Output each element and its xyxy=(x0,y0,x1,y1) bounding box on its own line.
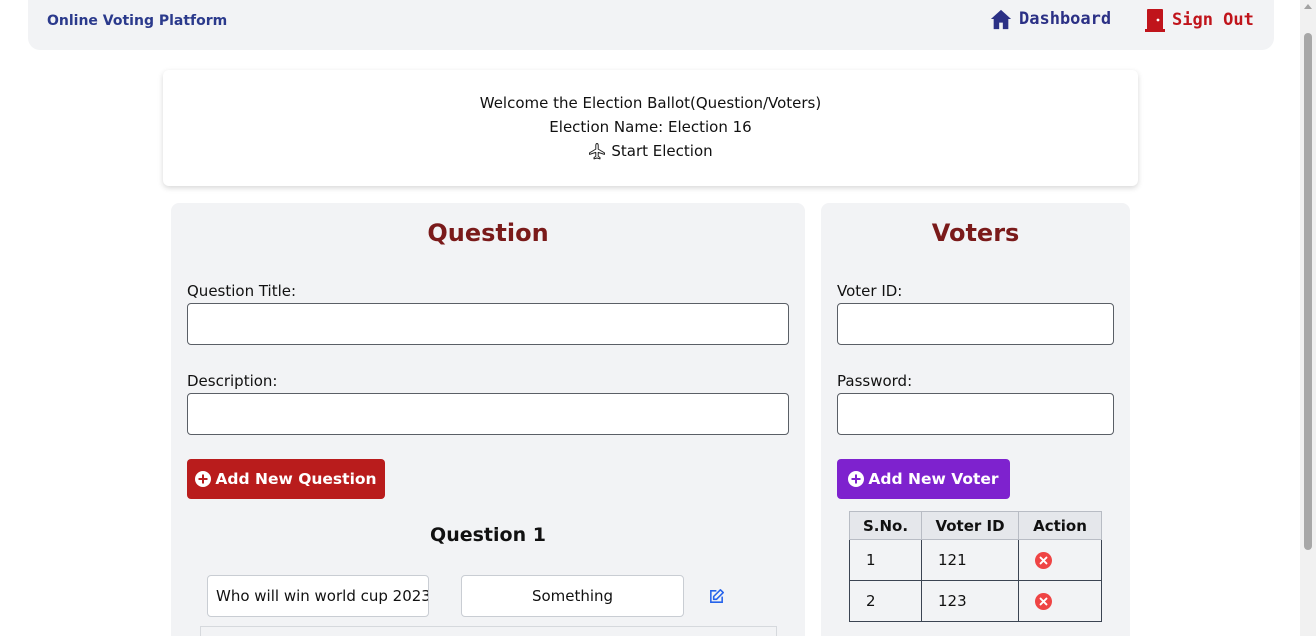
table-row: 1 121 xyxy=(849,539,1102,581)
cell-sno: 2 xyxy=(849,580,922,622)
edit-icon[interactable] xyxy=(708,588,725,605)
voter-id-label: Voter ID: xyxy=(837,282,903,300)
add-new-voter-label: Add New Voter xyxy=(868,470,999,488)
description-input[interactable] xyxy=(187,393,789,435)
page-scrollbar[interactable] xyxy=(1300,0,1316,636)
question-title-input[interactable] xyxy=(187,303,789,345)
question-1-title: Who will win world cup 2023 xyxy=(207,575,429,617)
dashboard-label: Dashboard xyxy=(1019,9,1112,29)
add-new-question-button[interactable]: Add New Question xyxy=(187,459,385,499)
password-label: Password: xyxy=(837,372,913,390)
question-panel-title: Question xyxy=(427,219,549,247)
welcome-text: Welcome the Election Ballot(Question/Vot… xyxy=(479,94,822,112)
voters-panel-title: Voters xyxy=(931,219,1020,247)
election-info-card: Welcome the Election Ballot(Question/Vot… xyxy=(163,70,1138,186)
password-input[interactable] xyxy=(837,393,1114,435)
voter-id-input[interactable] xyxy=(837,303,1114,345)
sign-out-label: Sign Out xyxy=(1172,10,1254,30)
brand-title: Online Voting Platform xyxy=(47,13,228,29)
start-election-button[interactable]: Start Election xyxy=(588,139,713,163)
voters-table: S.No. Voter ID Action 1 121 2 123 xyxy=(849,511,1102,622)
header-sno: S.No. xyxy=(849,511,922,540)
cell-voter-id: 121 xyxy=(921,539,1019,581)
scroll-up-arrow-icon[interactable] xyxy=(1304,4,1312,9)
add-new-voter-button[interactable]: Add New Voter xyxy=(837,459,1010,499)
question-options-container xyxy=(200,626,777,636)
plus-circle-icon xyxy=(848,471,865,487)
question-heading: Question 1 xyxy=(430,524,546,546)
add-new-question-label: Add New Question xyxy=(215,470,377,488)
plus-circle-icon xyxy=(195,471,212,487)
delete-icon[interactable] xyxy=(1035,551,1052,569)
home-icon xyxy=(990,9,1012,30)
cell-sno: 1 xyxy=(849,539,922,581)
question-panel: Question Question Title: Description: Ad… xyxy=(171,203,805,636)
voters-panel: Voters Voter ID: Password: Add New Voter… xyxy=(821,203,1130,636)
delete-icon[interactable] xyxy=(1035,592,1052,610)
question-1-description: Something xyxy=(461,575,684,617)
scrollbar-thumb[interactable] xyxy=(1304,33,1312,550)
table-row: 2 123 xyxy=(849,580,1102,622)
cell-action xyxy=(1018,539,1102,581)
cell-voter-id: 123 xyxy=(921,580,1019,622)
dashboard-link[interactable]: Dashboard xyxy=(990,8,1111,30)
navbar: Online Voting Platform Dashboard Sign Ou… xyxy=(28,0,1274,50)
start-election-label: Start Election xyxy=(611,142,713,160)
header-action: Action xyxy=(1018,511,1102,540)
header-voter-id: Voter ID xyxy=(921,511,1019,540)
cell-action xyxy=(1018,580,1102,622)
airplane-icon xyxy=(589,143,606,160)
door-exit-icon xyxy=(1145,9,1165,32)
election-name: Election Name: Election 16 xyxy=(549,118,752,136)
table-header-row: S.No. Voter ID Action xyxy=(849,511,1102,540)
description-label: Description: xyxy=(187,372,278,390)
sign-out-link[interactable]: Sign Out xyxy=(1145,8,1254,32)
question-title-label: Question Title: xyxy=(187,282,297,300)
